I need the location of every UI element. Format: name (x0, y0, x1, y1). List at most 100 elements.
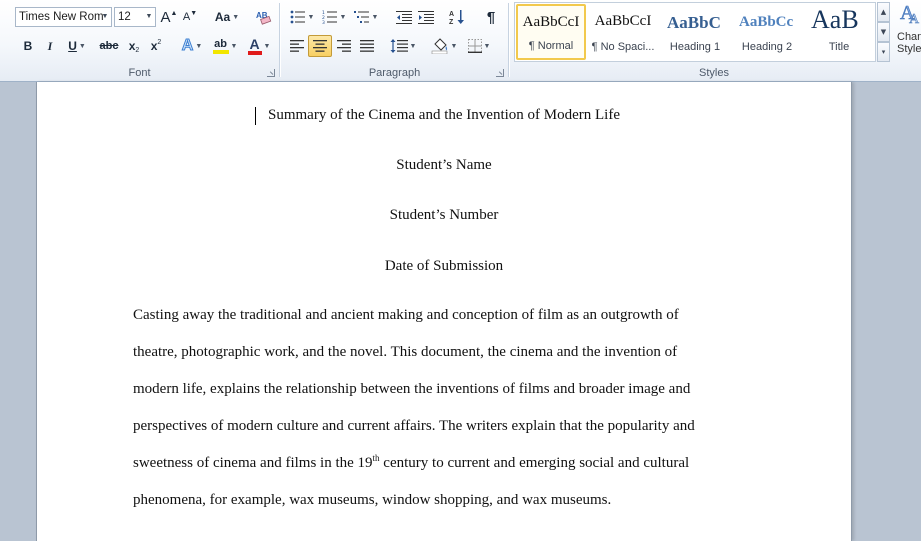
paragraph-group-label: Paragraph (368, 67, 421, 79)
font-color-glyph: A (249, 35, 260, 52)
body-line: Casting away the traditional and ancient… (133, 307, 679, 323)
shrink-font-button[interactable]: A ▼ (180, 6, 200, 28)
highlight-color-bar (212, 49, 229, 54)
student-number: Student’s Number (389, 207, 499, 223)
show-formatting-marks-button[interactable]: ¶ (480, 6, 502, 28)
strikethrough-icon: abc (99, 40, 119, 52)
style-sample: AaBbCc (739, 14, 794, 30)
underline-icon: U (68, 39, 77, 53)
bullets-button[interactable]: ▼ (287, 6, 317, 28)
italic-icon: I (47, 38, 53, 53)
paint-bucket-icon (431, 38, 447, 54)
document-area[interactable]: Summary of the Cinema and the Invention … (0, 82, 921, 541)
style-heading-1[interactable]: AaBbC Heading 1 (660, 4, 730, 60)
highlight-glyph: ab (214, 37, 227, 50)
font-name-combo[interactable]: Times New Rom ▼ (15, 7, 112, 27)
bold-icon: B (23, 39, 33, 53)
body-line-text: century to current and emerging social a… (379, 455, 690, 471)
svg-text:Z: Z (449, 19, 454, 25)
submission-date: Date of Submission (384, 258, 504, 274)
multilevel-list-icon (353, 11, 369, 23)
sort-button[interactable]: A Z (447, 6, 469, 28)
align-left-button[interactable] (286, 35, 308, 57)
align-center-button[interactable] (308, 35, 332, 57)
italic-button[interactable]: I (40, 35, 60, 57)
font-color-icon: A (247, 35, 262, 55)
align-left-icon (290, 40, 304, 52)
paragraph-group: ▼ 1 2 3 ▼ ▼ A Z ¶ ▼ ▼ ▼ Paragraph (281, 0, 508, 81)
superscript-button[interactable]: x2 (146, 35, 166, 57)
style-name: Title (828, 41, 850, 53)
group-separator (508, 3, 509, 77)
font-size-value: 12 (118, 11, 131, 23)
bullets-icon (290, 10, 305, 24)
grow-font-button[interactable]: A ▲ (159, 6, 179, 28)
line-spacing-icon (390, 39, 408, 53)
font-group-label: Font (128, 67, 151, 79)
strikethrough-button[interactable]: abc (98, 35, 120, 57)
clear-formatting-button[interactable]: AB (253, 6, 275, 28)
subscript-mark: 2 (135, 46, 140, 54)
styles-scroll-down-button[interactable]: ▼ (877, 22, 890, 42)
body-line-text: sweetness of cinema and films in the 19 (133, 455, 373, 471)
highlight-icon: ab (212, 37, 229, 54)
shading-button[interactable]: ▼ (429, 35, 459, 57)
document-page[interactable]: Summary of the Cinema and the Invention … (36, 82, 852, 541)
style-normal[interactable]: AaBbCcI ¶ Normal (516, 4, 586, 60)
numbering-icon: 1 2 3 (322, 10, 337, 24)
line-spacing-button[interactable]: ▼ (388, 35, 418, 57)
style-heading-2[interactable]: AaBbCc Heading 2 (732, 4, 802, 60)
style-sample: AaBbCcI (522, 14, 580, 30)
paragraph-dialog-launcher-icon[interactable] (496, 69, 504, 77)
multilevel-list-button[interactable]: ▼ (351, 6, 381, 28)
pilcrow-icon: ¶ (486, 8, 496, 26)
style-sample: AaB (811, 5, 859, 34)
styles-more-button[interactable]: ▾ (877, 42, 890, 62)
ribbon: Times New Rom ▼ 12 ▼ A▲ A▼ Aa▼ AB B I (0, 0, 921, 82)
font-size-combo[interactable]: 12 ▼ (114, 7, 156, 27)
style-name: Heading 2 (741, 41, 793, 53)
change-styles-button[interactable]: A A Chan Style (895, 0, 921, 64)
body-line: sweetness of cinema and films in the 19t… (133, 453, 690, 472)
student-name: Student’s Name (396, 157, 492, 173)
numbering-button[interactable]: 1 2 3 ▼ (319, 6, 349, 28)
change-case-button[interactable]: Aa ▼ (212, 6, 242, 28)
increase-indent-button[interactable] (416, 6, 436, 28)
styles-scroll-up-button[interactable]: ▲ (877, 2, 890, 22)
decrease-indent-button[interactable] (394, 6, 414, 28)
sort-icon: A Z (449, 10, 464, 25)
borders-button[interactable]: ▼ (464, 35, 494, 57)
underline-button[interactable]: U ▼ (62, 35, 92, 57)
font-dialog-launcher-icon[interactable] (267, 69, 275, 77)
subscript-button[interactable]: x2 (124, 35, 144, 57)
style-sample: AaBbCcI (594, 13, 652, 29)
text-effects-button[interactable]: A ▼ (178, 35, 206, 57)
justify-button[interactable] (356, 35, 378, 57)
style-title[interactable]: AaB Title (804, 4, 874, 60)
svg-text:A: A (449, 11, 454, 18)
chevron-down-icon[interactable]: ▼ (143, 8, 155, 26)
align-center-icon (313, 40, 327, 52)
bold-button[interactable]: B (18, 35, 38, 57)
styles-gallery: AaBbCcI ¶ Normal AaBbCcI ¶ No Spaci... A… (514, 2, 876, 62)
justify-icon (360, 40, 374, 52)
align-right-button[interactable] (333, 35, 355, 57)
svg-text:3: 3 (322, 20, 325, 24)
subscript-icon: x (128, 39, 136, 53)
style-sample: AaBbC (667, 13, 721, 32)
font-name-value: Times New Rom (19, 11, 104, 23)
styles-group-label: Styles (699, 67, 729, 79)
align-right-icon (337, 40, 351, 52)
superscript-th: th (372, 453, 380, 463)
font-color-button[interactable]: A ▼ (244, 35, 274, 57)
font-group: Times New Rom ▼ 12 ▼ A▲ A▼ Aa▼ AB B I (0, 0, 279, 81)
style-name: ¶ No Spaci... (591, 41, 655, 53)
change-case-icon: Aa (214, 10, 231, 24)
chevron-down-icon[interactable]: ▼ (99, 8, 111, 26)
font-color-bar (247, 50, 262, 55)
superscript-icon: x (150, 39, 158, 53)
style-no-spacing[interactable]: AaBbCcI ¶ No Spaci... (588, 4, 658, 60)
highlight-button[interactable]: ab ▼ (209, 35, 241, 57)
shrink-font-icon: A (182, 11, 191, 23)
style-name: ¶ Normal (528, 40, 574, 52)
